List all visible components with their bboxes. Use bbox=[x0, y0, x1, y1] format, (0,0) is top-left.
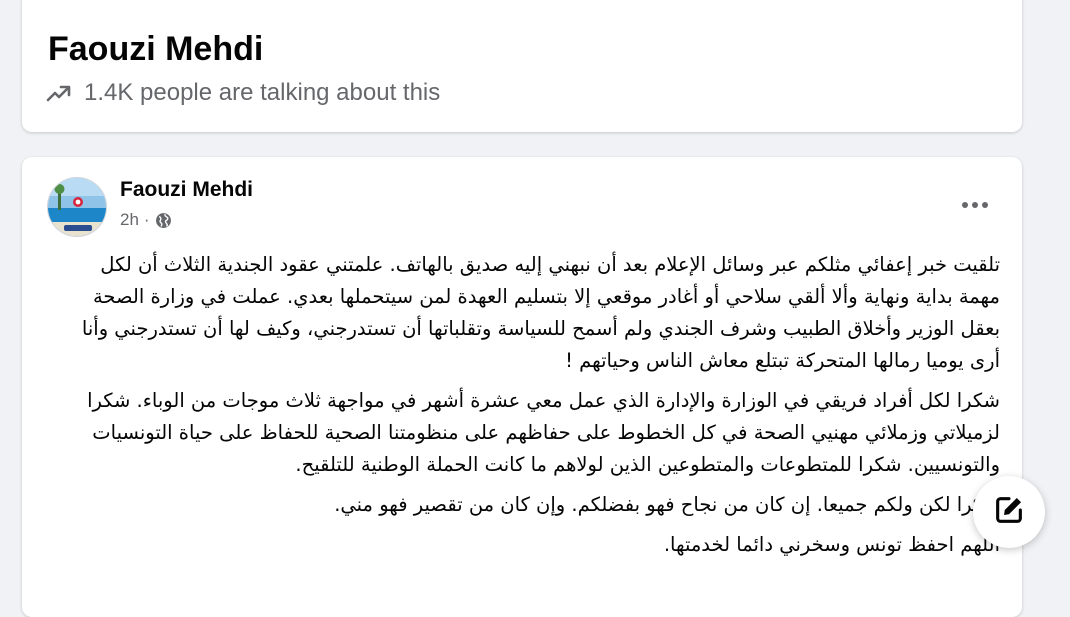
compose-button[interactable] bbox=[973, 476, 1045, 548]
meta-separator: · bbox=[143, 210, 150, 229]
talking-about-row: 1.4K people are talking about this bbox=[46, 78, 440, 108]
post-meta: 2h · bbox=[120, 209, 172, 231]
trending-up-icon bbox=[46, 83, 72, 103]
compose-edit-icon bbox=[992, 493, 1026, 531]
author-avatar[interactable] bbox=[47, 177, 107, 237]
post-timestamp[interactable]: 2h bbox=[120, 210, 139, 230]
post-paragraph: اللهم احفظ تونس وسخرني دائما لخدمتها. bbox=[663, 533, 1000, 556]
post-paragraph: شكرا لكل أفراد فريقي في الوزارة والإدارة… bbox=[87, 389, 1000, 476]
page-header-card: Faouzi Mehdi 1.4K people are talking abo… bbox=[22, 0, 1022, 132]
more-options-icon bbox=[961, 194, 989, 213]
post-card: Faouzi Mehdi 2h · تلقيت خبر إعفائي مثلكم… bbox=[22, 157, 1022, 617]
globe-icon[interactable] bbox=[155, 212, 172, 229]
more-options-button[interactable] bbox=[956, 187, 994, 219]
post-paragraph: تلقيت خبر إعفائي مثلكم عبر وسائل الإعلام… bbox=[81, 253, 1000, 372]
post-paragraph: شكرا لكن ولكم جميعا. إن كان من نجاح فهو … bbox=[334, 493, 1000, 516]
post-author-name[interactable]: Faouzi Mehdi bbox=[120, 178, 253, 202]
talking-about-text: 1.4K people are talking about this bbox=[84, 79, 441, 106]
post-body: تلقيت خبر إعفائي مثلكم عبر وسائل الإعلام… bbox=[70, 249, 1000, 569]
page-title[interactable]: Faouzi Mehdi bbox=[48, 30, 263, 69]
